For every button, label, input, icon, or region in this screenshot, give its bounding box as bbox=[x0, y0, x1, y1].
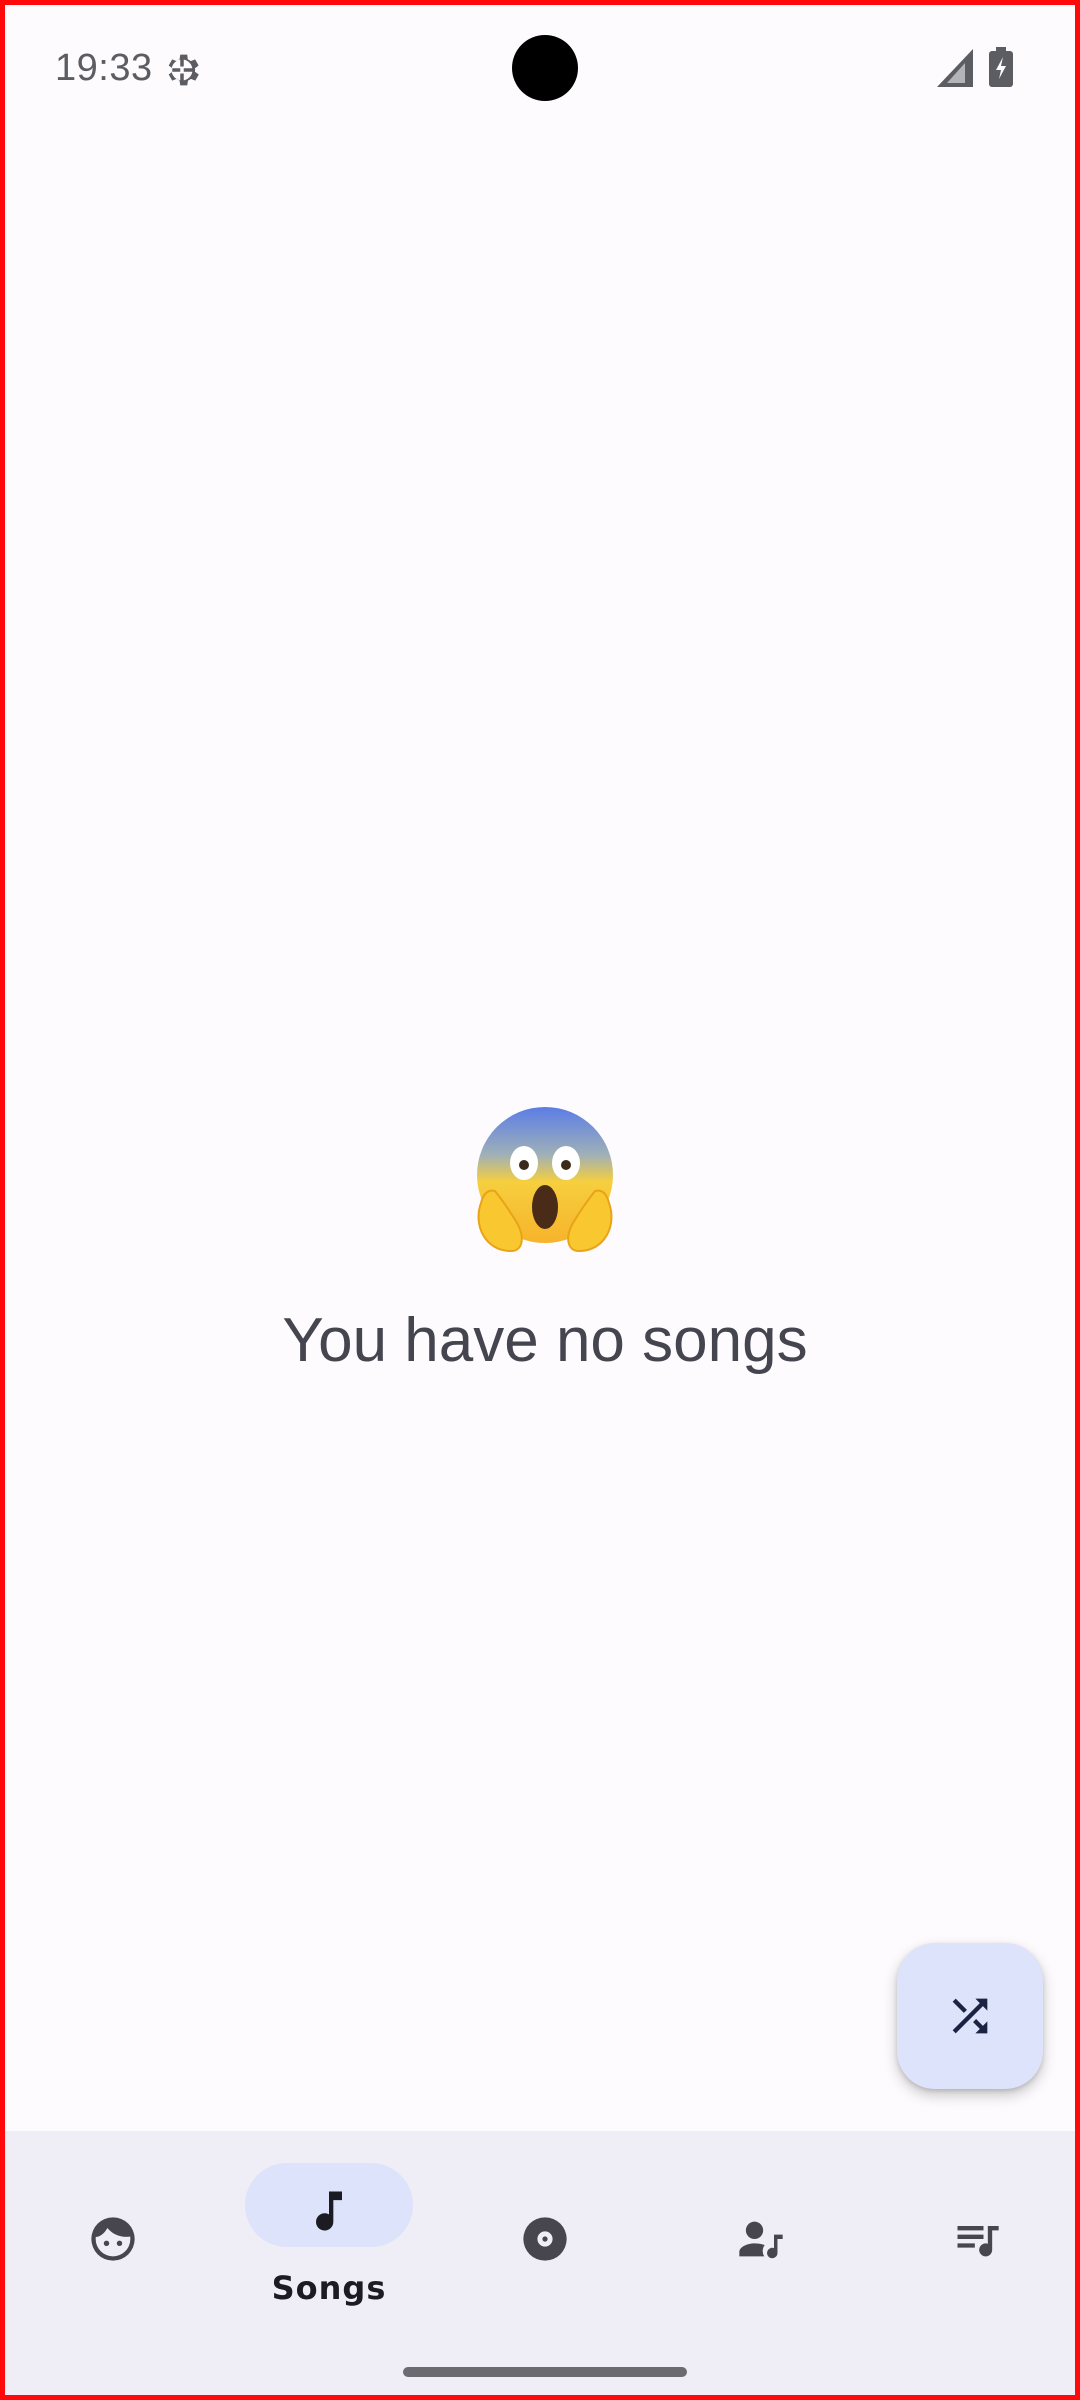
face-screaming-in-fear-emoji bbox=[477, 1107, 613, 1253]
nav-label-songs: Songs bbox=[271, 2269, 387, 2307]
settings-gear-icon bbox=[168, 54, 199, 86]
empty-state-message: You have no songs bbox=[282, 1306, 808, 1375]
status-bar: 19:33 bbox=[5, 5, 1075, 135]
artist-icon bbox=[739, 2221, 783, 2259]
cellular-signal-icon bbox=[937, 49, 973, 87]
bottom-navigation: Songs bbox=[5, 2131, 1075, 2395]
battery-charging-icon bbox=[989, 47, 1013, 87]
nav-item-songs[interactable]: Songs bbox=[221, 2131, 437, 2331]
music-note-icon bbox=[316, 2191, 342, 2231]
nav-item-playlists[interactable] bbox=[869, 2131, 1075, 2331]
home-indicator[interactable] bbox=[403, 2367, 687, 2377]
shuffle-icon bbox=[952, 1998, 988, 2034]
camera-cutout bbox=[512, 35, 578, 101]
shuffle-fab[interactable] bbox=[897, 1943, 1043, 2089]
nav-item-albums[interactable] bbox=[437, 2131, 653, 2331]
app-screen: 19:33 You have no songs Songs bbox=[0, 0, 1080, 2400]
status-time: 19:33 bbox=[55, 47, 153, 89]
album-icon bbox=[523, 2217, 567, 2261]
playlist-icon bbox=[957, 2226, 999, 2257]
nav-item-artists[interactable] bbox=[653, 2131, 869, 2331]
face-icon bbox=[91, 2217, 135, 2261]
nav-item-for-you[interactable] bbox=[5, 2131, 221, 2331]
